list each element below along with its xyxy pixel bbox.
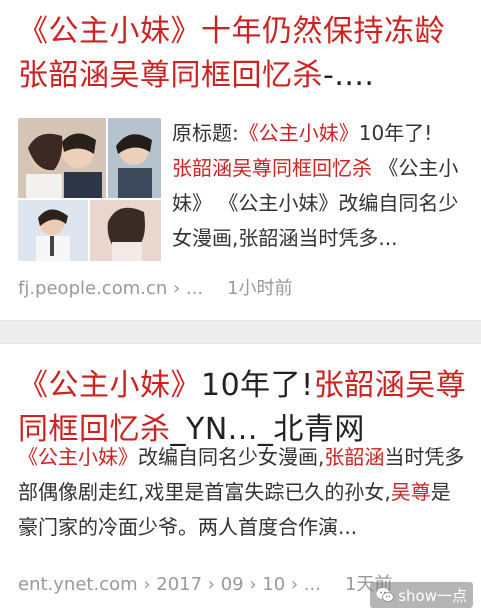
result-source[interactable]: fj.people.com.cn › ... 1小时前 bbox=[18, 276, 293, 302]
search-result-card[interactable]: 《公主小妹》10年了!张韶涵吴尊 同框回忆杀_YN..._北青网 《公主小妹》改… bbox=[0, 344, 481, 614]
result-title[interactable]: 《公主小妹》10年了!张韶涵吴尊 同框回忆杀_YN..._北青网 bbox=[18, 364, 468, 452]
result-title-highlight[interactable]: 张韶涵吴尊同框回忆杀 bbox=[18, 58, 323, 93]
snippet-text: 改编自同名少女漫画, bbox=[138, 445, 325, 469]
thumbnail-collage-image bbox=[18, 118, 161, 261]
search-results-page: 《公主小妹》十年仍然保持冻龄 张韶涵吴尊同框回忆杀-.... 原标题:《公主小妹… bbox=[0, 0, 481, 614]
result-title-text[interactable]: 10年了! bbox=[201, 368, 314, 403]
snippet-text: 原标题: bbox=[172, 121, 239, 145]
search-result-card[interactable]: 《公主小妹》十年仍然保持冻龄 张韶涵吴尊同框回忆杀-.... 原标题:《公主小妹… bbox=[0, 0, 481, 320]
result-title-highlight[interactable]: 《公主小妹》 bbox=[18, 368, 201, 403]
snippet-highlight: 张韶涵吴尊同框回忆杀 bbox=[172, 156, 372, 180]
result-time: 1小时前 bbox=[227, 278, 293, 299]
wechat-logo-icon bbox=[376, 588, 395, 602]
result-divider bbox=[0, 320, 481, 344]
result-thumbnail[interactable] bbox=[18, 118, 161, 261]
result-title-highlight[interactable]: 《公主小妹》十年仍然保持冻龄 bbox=[18, 14, 445, 49]
source-url[interactable]: fj.people.com.cn › ... bbox=[18, 278, 203, 299]
watermark: show一点 bbox=[370, 582, 473, 608]
snippet-highlight: 《公主小妹》 bbox=[18, 445, 138, 469]
source-url[interactable]: ent.ynet.com › 2017 › 09 › 10 › ... bbox=[18, 574, 321, 595]
snippet-highlight: 张韶涵 bbox=[324, 445, 385, 469]
result-title-text[interactable]: -.... bbox=[323, 58, 374, 93]
result-title[interactable]: 《公主小妹》十年仍然保持冻龄 张韶涵吴尊同框回忆杀-.... bbox=[18, 10, 468, 98]
snippet-highlight: 吴尊 bbox=[390, 480, 431, 504]
result-title-highlight[interactable]: 张韶涵吴尊 bbox=[314, 368, 467, 403]
snippet-highlight: 《公主小妹》 bbox=[238, 121, 359, 145]
result-source[interactable]: ent.ynet.com › 2017 › 09 › 10 › ... 1天前 bbox=[18, 572, 392, 598]
result-snippet: 原标题:《公主小妹》10年了! 张韶涵吴尊同框回忆杀 《公主小妹》 《公主小妹》… bbox=[172, 116, 468, 256]
result-snippet: 《公主小妹》改编自同名少女漫画,张韶涵当时凭多部偶像剧走红,戏里是首富失踪已久的… bbox=[18, 440, 468, 545]
watermark-text: show一点 bbox=[398, 586, 467, 605]
snippet-text: 10年了! bbox=[358, 121, 433, 145]
